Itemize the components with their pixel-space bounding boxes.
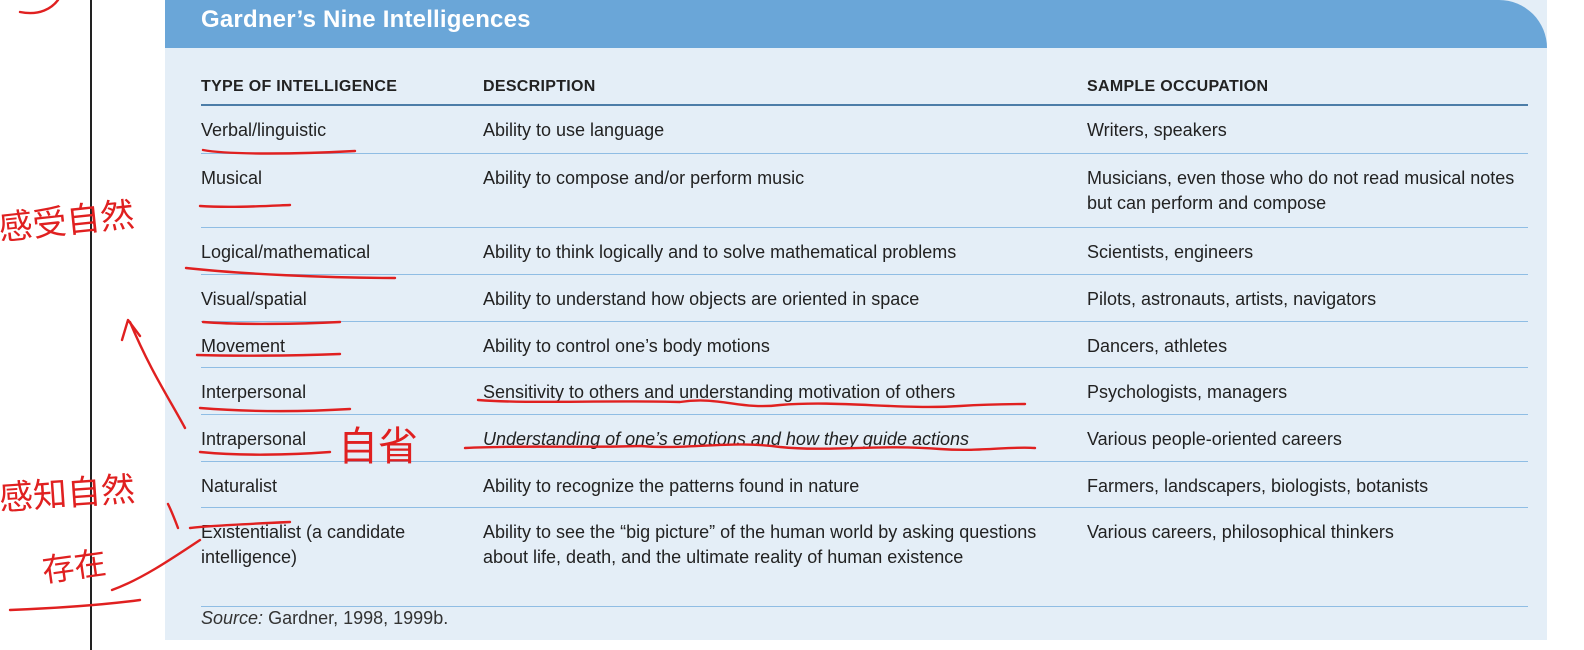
cell-type: Movement bbox=[201, 336, 286, 356]
table-card: Gardner’s Nine Intelligences TYPE OF INT… bbox=[165, 0, 1547, 640]
cell-description: Ability to recognize the patterns found … bbox=[483, 476, 860, 496]
cell-occupation: Psychologists, managers bbox=[1087, 382, 1288, 402]
cell-description: Ability to think logically and to solve … bbox=[483, 242, 957, 262]
table-row: Movement Ability to control one’s body m… bbox=[201, 322, 1528, 368]
ink-note-3: 感知自然 bbox=[0, 470, 136, 519]
cell-type: Logical/mathematical bbox=[201, 242, 371, 262]
cell-description: Sensitivity to others and understanding … bbox=[483, 382, 956, 402]
table-row: Verbal/linguistic Ability to use languag… bbox=[201, 106, 1528, 154]
cell-occupation: Pilots, astronauts, artists, navigators bbox=[1087, 289, 1377, 309]
table-row: Naturalist Ability to recognize the patt… bbox=[201, 462, 1528, 508]
table-row: Logical/mathematical Ability to think lo… bbox=[201, 228, 1528, 275]
title-banner: Gardner’s Nine Intelligences bbox=[165, 0, 1547, 48]
cell-occupation: Various careers, philosophical thinkers bbox=[1087, 522, 1394, 542]
cell-description: Understanding of one’s emotions and how … bbox=[483, 429, 969, 449]
cell-type: Existentialist (a candidate intelligence… bbox=[201, 522, 406, 567]
table-row: Intrapersonal Understanding of one’s emo… bbox=[201, 415, 1528, 462]
ink-note-4: 存在 bbox=[40, 543, 109, 590]
cell-description: Ability to understand how objects are or… bbox=[483, 289, 920, 309]
header-description: DESCRIPTION bbox=[483, 78, 596, 95]
ink-circle-mark bbox=[18, 0, 60, 15]
table-row: Existentialist (a candidate intelligence… bbox=[201, 508, 1528, 607]
cell-type: Interpersonal bbox=[201, 382, 307, 402]
cell-occupation: Scientists, engineers bbox=[1087, 242, 1254, 262]
ink-note-1: 感受自然 bbox=[0, 195, 136, 249]
ink-underline-note-3 bbox=[8, 598, 142, 612]
intelligences-table: TYPE OF INTELLIGENCE DESCRIPTION SAMPLE … bbox=[201, 72, 1528, 607]
table-header: TYPE OF INTELLIGENCE DESCRIPTION SAMPLE … bbox=[201, 72, 1528, 106]
source-note: Source: Gardner, 1998, 1999b. bbox=[201, 608, 448, 629]
ink-arrow-head bbox=[120, 318, 142, 342]
cell-occupation: Musicians, even those who do not read mu… bbox=[1087, 168, 1515, 213]
table-row: Visual/spatial Ability to understand how… bbox=[201, 275, 1528, 322]
source-label: Source: bbox=[201, 608, 264, 628]
cell-description: Ability to control one’s body motions bbox=[483, 336, 770, 356]
margin-line bbox=[90, 0, 92, 650]
cell-description: Ability to use language bbox=[483, 120, 665, 140]
table-row: Interpersonal Sensitivity to others and … bbox=[201, 368, 1528, 415]
cell-occupation: Farmers, landscapers, biologists, botani… bbox=[1087, 476, 1429, 496]
cell-occupation: Dancers, athletes bbox=[1087, 336, 1228, 356]
source-text: Gardner, 1998, 1999b. bbox=[268, 608, 449, 628]
table-row: Musical Ability to compose and/or perfor… bbox=[201, 154, 1528, 228]
cell-type: Verbal/linguistic bbox=[201, 120, 327, 140]
cell-description: Ability to compose and/or perform music bbox=[483, 168, 805, 188]
cell-description: Ability to see the “big picture” of the … bbox=[483, 522, 1037, 567]
header-type: TYPE OF INTELLIGENCE bbox=[201, 78, 398, 95]
cell-occupation: Various people-oriented careers bbox=[1087, 429, 1342, 449]
cell-type: Naturalist bbox=[201, 476, 278, 496]
header-occupation: SAMPLE OCCUPATION bbox=[1087, 78, 1269, 95]
cell-type: Intrapersonal bbox=[201, 429, 307, 449]
cell-type: Visual/spatial bbox=[201, 289, 307, 309]
cell-type: Musical bbox=[201, 168, 263, 188]
cell-occupation: Writers, speakers bbox=[1087, 120, 1227, 140]
table-title: Gardner’s Nine Intelligences bbox=[201, 6, 531, 33]
